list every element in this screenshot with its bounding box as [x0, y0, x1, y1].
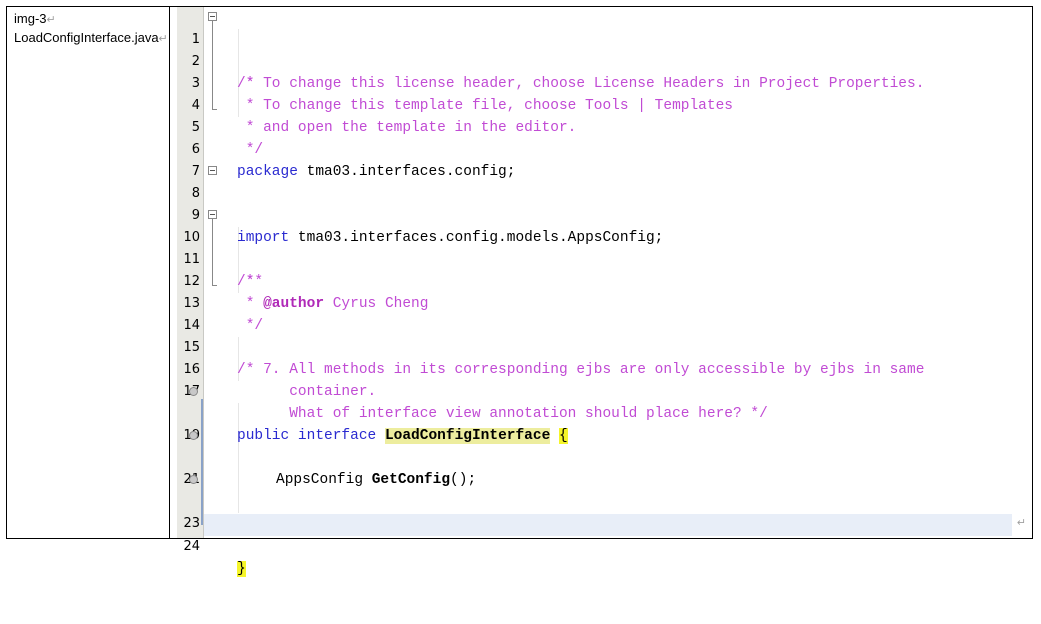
code-line: 16 container. [183, 337, 1012, 400]
code-editor: 1 /* 2 * To change this license header, … [183, 7, 1026, 577]
code-line: 10 /** [183, 205, 1012, 290]
implemented-by-icon[interactable] [189, 475, 198, 484]
code-line: 9 [192, 183, 1012, 223]
line-number: 15 [183, 340, 200, 355]
close-brace: } [237, 561, 246, 577]
code-line: 1 /* [192, 7, 1012, 92]
code-line: 3 * To change this template file, choose… [192, 51, 1012, 114]
file-name: LoadConfigInterface.java↵ [14, 29, 169, 48]
code-line: 14 [183, 293, 1012, 333]
line-number: 11 [183, 252, 200, 267]
line-number: 6 [191, 142, 200, 157]
paragraph-mark-icon: ↵ [46, 14, 56, 26]
code-line: 23 [183, 491, 1012, 531]
line-number: 8 [191, 186, 200, 201]
line-number: 13 [183, 296, 200, 311]
line-number: 3 [191, 76, 200, 91]
line-number: 16 [183, 362, 200, 377]
code-line: void UpdateConfig(AppsConfig config); [189, 469, 1012, 532]
line-number: 23 [183, 516, 200, 531]
code-line: 17 What of interface view annotation sho… [183, 359, 1012, 422]
implemented-by-icon[interactable] [189, 387, 198, 396]
code-line: public interface LoadConfigInterface { [189, 381, 1012, 444]
file-name-text: LoadConfigInterface.java [14, 30, 159, 45]
line-number: 12 [183, 274, 200, 289]
line-number: 2 [191, 54, 200, 69]
collapse-icon[interactable] [208, 166, 217, 175]
paragraph-mark-icon: ↵ [158, 33, 168, 45]
line-number: 4 [191, 98, 200, 113]
line-number: 10 [183, 230, 200, 245]
code-line: 21 [183, 447, 1012, 487]
code-line: 13 */ [183, 271, 1012, 334]
caption-cell: img-3↵ LoadConfigInterface.java↵ [7, 7, 170, 538]
document-table: img-3↵ LoadConfigInterface.java↵ 1 /* 2 … [6, 6, 1033, 577]
line-number: 14 [183, 318, 200, 333]
image-label-text: img-3 [14, 11, 47, 26]
line-number: 24 [183, 539, 200, 554]
code-line: 19 [183, 403, 1012, 443]
code-line: 11 * [183, 227, 1012, 290]
code-line-current: 24 } ↵ [183, 514, 1026, 577]
line-number: 5 [191, 120, 200, 135]
line-number: 7 [191, 164, 200, 179]
code-line: 2 * To change this license header, choos… [192, 29, 1012, 92]
code-line: 12 * @author Cyrus Cheng [183, 249, 1012, 312]
collapse-icon[interactable] [208, 210, 217, 219]
line-number: 9 [191, 208, 200, 223]
line-number: 1 [191, 32, 200, 47]
implemented-by-icon[interactable] [189, 431, 198, 440]
code-line: 8 import tma03.interfaces.config.models.… [192, 161, 1012, 246]
code-line: 4 * and open the template in the editor. [192, 73, 1012, 136]
code-screenshot-cell: 1 /* 2 * To change this license header, … [170, 7, 1032, 577]
code-line: 6 package tma03.interfaces.config; [192, 117, 1012, 180]
image-label: img-3↵ [14, 10, 169, 29]
code-line: 7 [192, 139, 1012, 179]
collapse-icon[interactable] [208, 12, 217, 21]
code-line: AppsConfig GetConfig(); [189, 425, 1012, 488]
paragraph-mark-icon: ↵ [1016, 516, 1026, 529]
interface-fold-guide [201, 399, 203, 525]
code-line: 15 /* 7. All methods in its correspondin… [183, 315, 1012, 378]
code-line: 5 */ [192, 95, 1012, 158]
